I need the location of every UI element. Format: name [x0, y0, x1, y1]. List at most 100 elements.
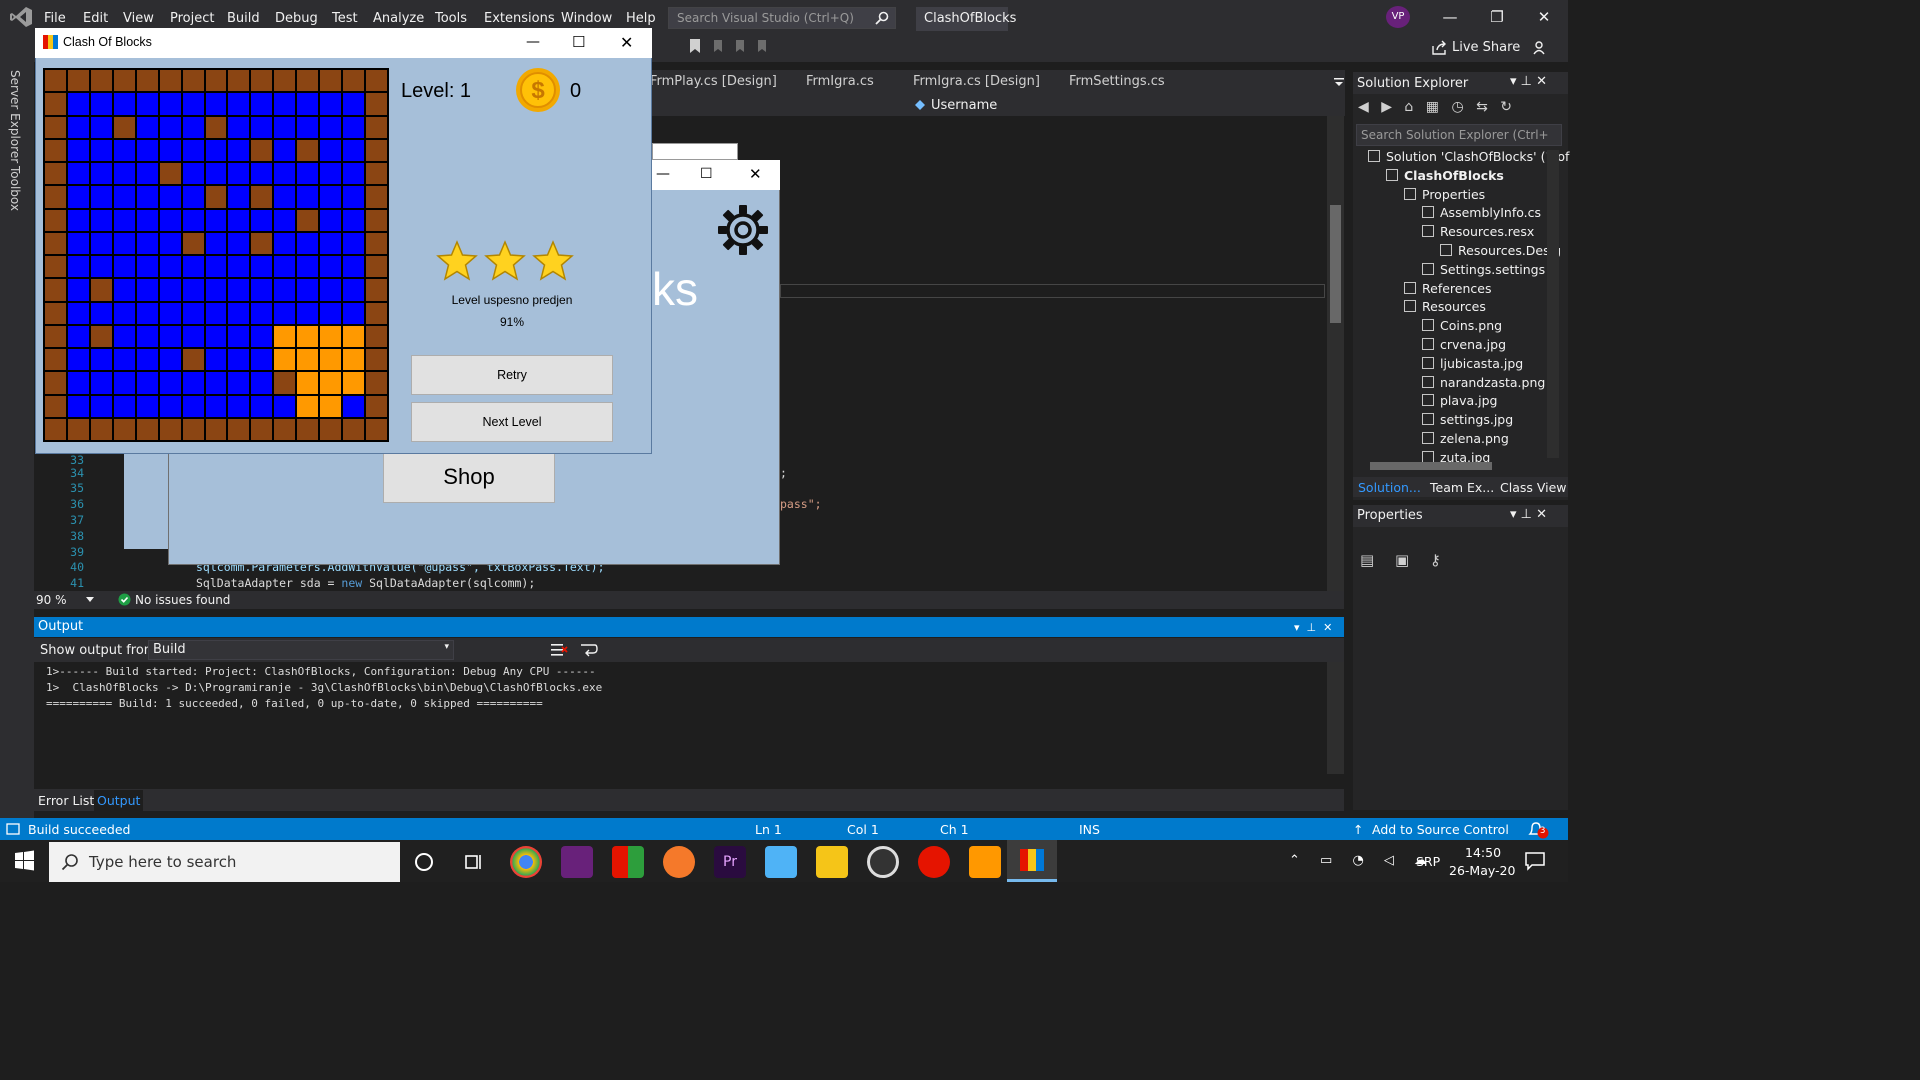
grid-cell[interactable]	[343, 163, 365, 185]
output-window-controls[interactable]: ▾ ⊥ ✕	[1294, 621, 1332, 634]
tree-item[interactable]: Resources.Desig	[1440, 243, 1561, 258]
taskbar-search-box[interactable]: Type here to search	[49, 842, 400, 882]
restore-icon[interactable]: ❐	[1487, 8, 1507, 26]
grid-cell[interactable]	[90, 70, 112, 92]
menu-build[interactable]: Build	[227, 11, 260, 26]
settings-gear-icon[interactable]	[716, 203, 770, 257]
grid-cell[interactable]	[205, 418, 227, 440]
grid-cell[interactable]	[274, 139, 296, 161]
issues-status[interactable]: No issues found	[135, 593, 230, 607]
grid-cell[interactable]	[45, 418, 66, 440]
grid-cell[interactable]	[274, 93, 296, 115]
grid-cell[interactable]	[343, 256, 365, 278]
task-view-icon[interactable]	[463, 851, 485, 873]
grid-cell[interactable]	[228, 302, 250, 324]
blender-icon[interactable]	[663, 846, 695, 878]
grid-cell[interactable]	[251, 209, 273, 231]
grid-cell[interactable]	[205, 302, 227, 324]
close-icon[interactable]: ✕	[749, 165, 762, 183]
tab-frmigra-design[interactable]: FrmIgra.cs [Design]	[913, 74, 1040, 89]
sublime-text-icon[interactable]	[969, 846, 1001, 878]
grid-cell[interactable]	[45, 279, 66, 301]
grid-cell[interactable]	[205, 93, 227, 115]
grid-cell[interactable]	[182, 209, 204, 231]
grid-cell[interactable]	[205, 279, 227, 301]
grid-cell[interactable]	[251, 163, 273, 185]
grid-cell[interactable]	[343, 279, 365, 301]
maximize-icon[interactable]: ☐	[700, 166, 713, 182]
visual-studio-taskbar-icon[interactable]	[561, 846, 593, 878]
grid-cell[interactable]	[113, 163, 135, 185]
grid-cell[interactable]	[274, 349, 296, 371]
grid-cell[interactable]	[366, 279, 387, 301]
grid-cell[interactable]	[366, 139, 387, 161]
grid-cell[interactable]	[113, 232, 135, 254]
grid-cell[interactable]	[113, 186, 135, 208]
grid-cell[interactable]	[205, 395, 227, 417]
menu-project[interactable]: Project	[170, 11, 214, 26]
menu-file[interactable]: File	[44, 11, 66, 26]
grid-cell[interactable]	[136, 232, 158, 254]
tree-item[interactable]: crvena.jpg	[1422, 337, 1506, 352]
grid-cell[interactable]	[228, 325, 250, 347]
grid-cell[interactable]	[297, 302, 319, 324]
grid-cell[interactable]	[274, 70, 296, 92]
grid-cell[interactable]	[228, 93, 250, 115]
grid-cell[interactable]	[205, 325, 227, 347]
clock-date[interactable]: 26-May-20	[1449, 863, 1515, 878]
grid-cell[interactable]	[343, 232, 365, 254]
grid-cell[interactable]	[274, 232, 296, 254]
grid-cell[interactable]	[159, 279, 181, 301]
tab-frmplay-design[interactable]: FrmPlay.cs [Design]	[650, 74, 777, 89]
grid-cell[interactable]	[159, 325, 181, 347]
properties-controls[interactable]: ▾ ⊥ ✕	[1510, 507, 1547, 522]
grid-cell[interactable]	[90, 186, 112, 208]
grid-cell[interactable]	[320, 302, 342, 324]
grid-cell[interactable]	[228, 256, 250, 278]
tray-icons[interactable]: ⌃ ▭ ◔ ◁ ☁	[1289, 853, 1435, 868]
grid-cell[interactable]	[251, 70, 273, 92]
grid-cell[interactable]	[320, 93, 342, 115]
grid-cell[interactable]	[251, 116, 273, 138]
cortana-icon[interactable]	[413, 851, 435, 873]
tree-item[interactable]: Properties	[1404, 187, 1485, 202]
grid-cell[interactable]	[251, 325, 273, 347]
tab-frmsettings-cs[interactable]: FrmSettings.cs	[1069, 74, 1165, 89]
grid-cell[interactable]	[113, 279, 135, 301]
grid-cell[interactable]	[297, 349, 319, 371]
grid-cell[interactable]	[45, 163, 66, 185]
grid-cell[interactable]	[90, 139, 112, 161]
grid-cell[interactable]	[45, 139, 66, 161]
grid-cell[interactable]	[45, 116, 66, 138]
grid-cell[interactable]	[113, 372, 135, 394]
grid-cell[interactable]	[136, 302, 158, 324]
youtube-icon[interactable]	[918, 846, 950, 878]
grid-cell[interactable]	[228, 116, 250, 138]
grid-cell[interactable]	[274, 279, 296, 301]
grid-cell[interactable]	[90, 372, 112, 394]
grid-cell[interactable]	[274, 116, 296, 138]
menu-help[interactable]: Help	[626, 11, 656, 26]
grid-cell[interactable]	[159, 256, 181, 278]
grid-cell[interactable]	[45, 372, 66, 394]
grid-cell[interactable]	[182, 163, 204, 185]
grid-cell[interactable]	[274, 372, 296, 394]
grid-cell[interactable]	[159, 209, 181, 231]
premiere-icon[interactable]: Pr	[714, 846, 746, 878]
game-board[interactable]	[43, 68, 389, 442]
grid-cell[interactable]	[251, 418, 273, 440]
grid-cell[interactable]	[228, 70, 250, 92]
grid-cell[interactable]	[136, 186, 158, 208]
close-icon[interactable]: ✕	[1534, 8, 1554, 26]
grid-cell[interactable]	[274, 163, 296, 185]
grid-cell[interactable]	[274, 302, 296, 324]
grid-cell[interactable]	[205, 232, 227, 254]
grid-cell[interactable]	[366, 186, 387, 208]
grid-cell[interactable]	[274, 209, 296, 231]
grid-cell[interactable]	[366, 302, 387, 324]
grid-cell[interactable]	[159, 116, 181, 138]
minimize-icon[interactable]: —	[1440, 8, 1460, 26]
tree-item[interactable]: References	[1404, 281, 1491, 296]
user-avatar[interactable]: VP	[1386, 6, 1410, 28]
language-indicator[interactable]: SRP	[1416, 854, 1440, 869]
